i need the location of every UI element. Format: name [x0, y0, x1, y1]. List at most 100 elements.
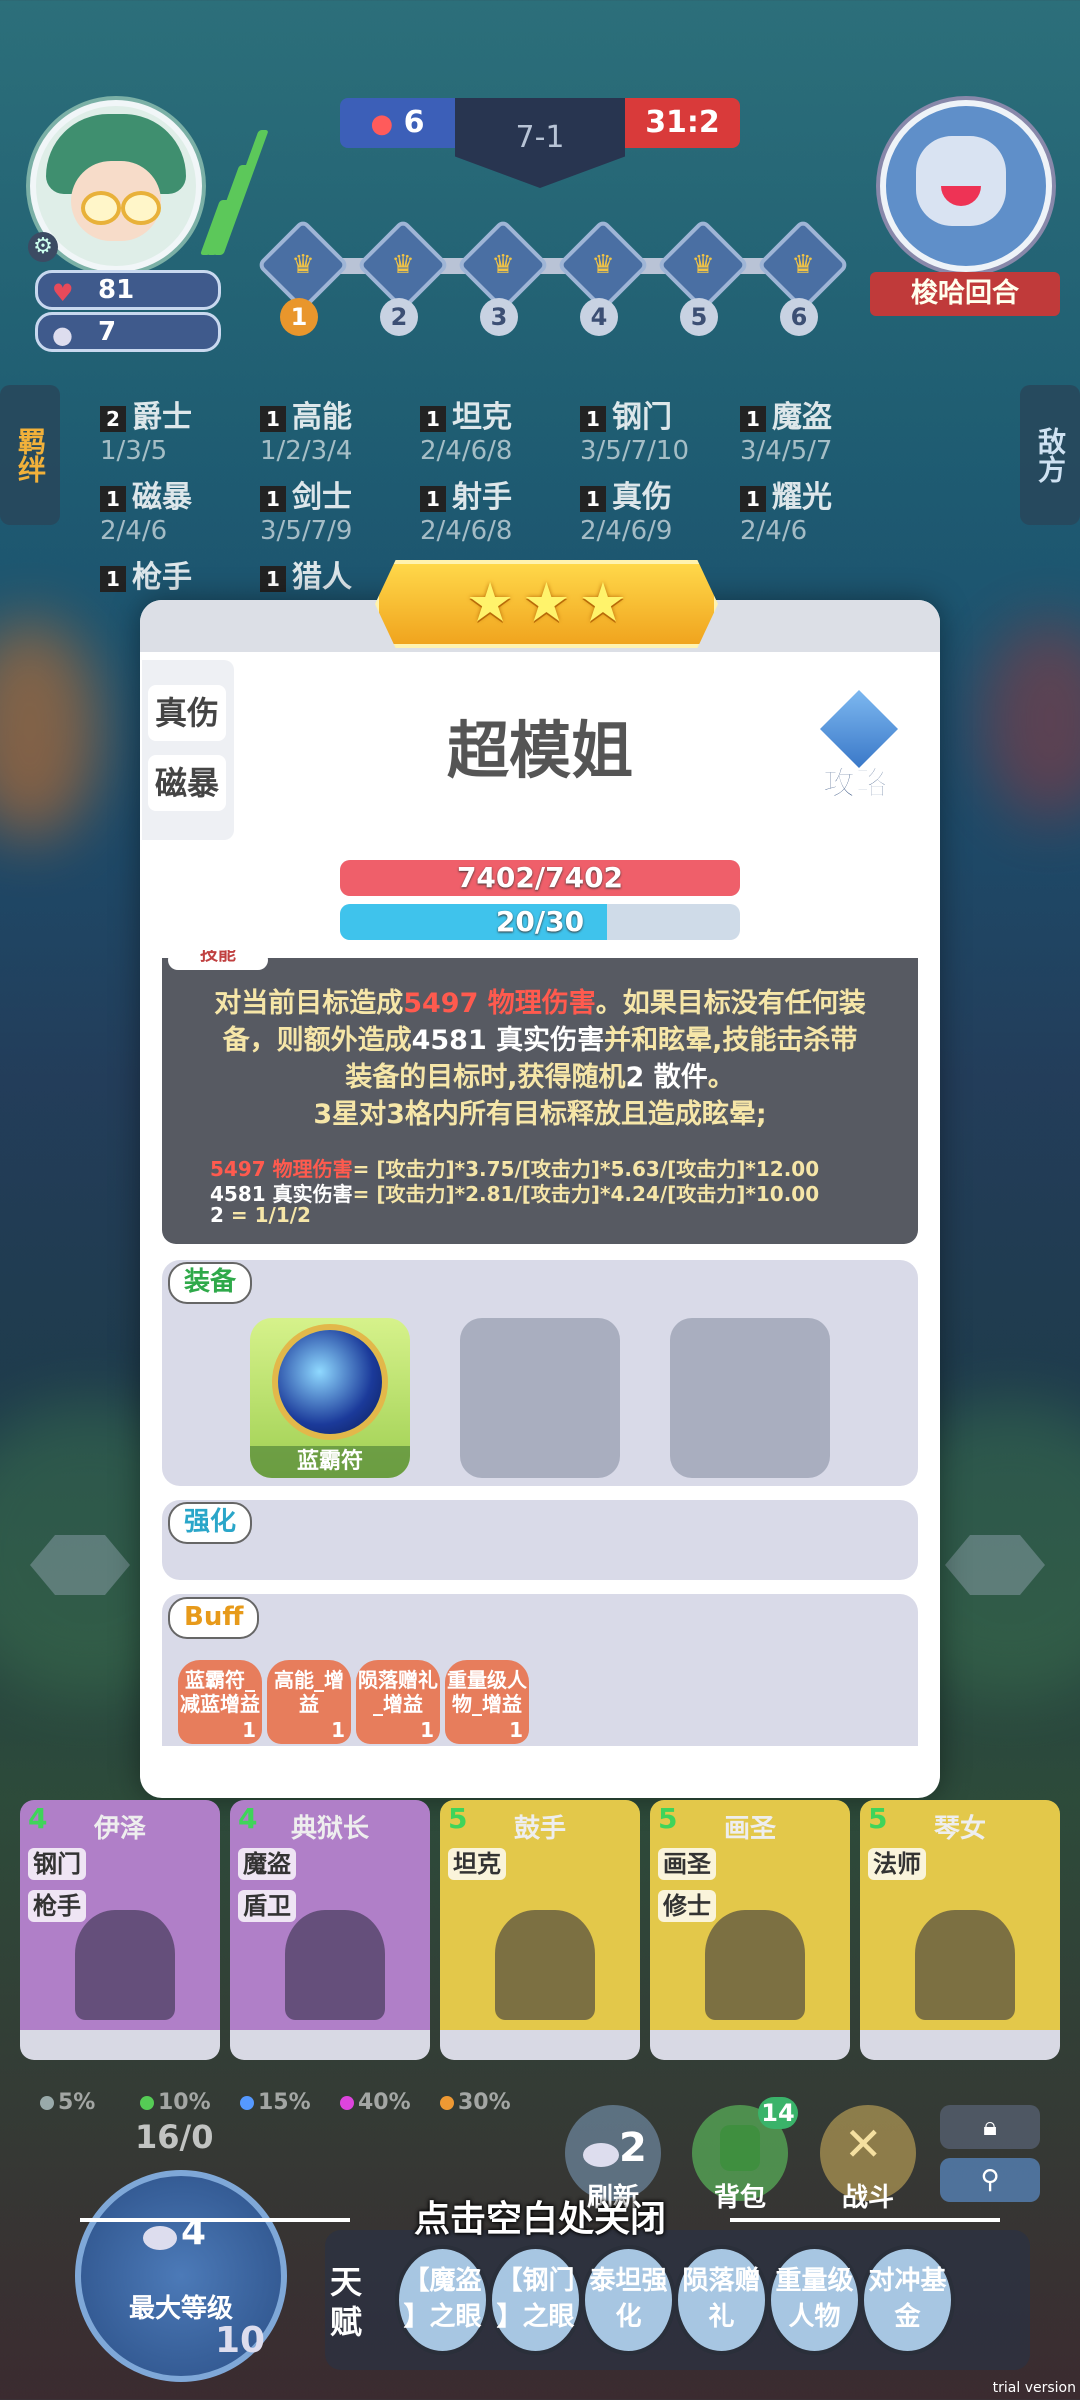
- trait-entry[interactable]: 1 高能 1/2/3/4: [260, 392, 410, 466]
- trait-entry[interactable]: 1 枪手: [100, 552, 250, 596]
- hero-sprite: [915, 1910, 1015, 2020]
- refresh-button[interactable]: 2 刷新: [565, 2105, 661, 2213]
- lock-button[interactable]: 🔒︎: [940, 2105, 1040, 2149]
- card-trait-tag: 枪手: [28, 1890, 86, 1922]
- shop-card[interactable]: 5 画圣 画圣 修士: [650, 1800, 850, 2060]
- star-icon: ★: [522, 571, 571, 634]
- card-trait-tag: 钢门: [28, 1848, 86, 1880]
- player-coins: ● 7: [35, 312, 221, 352]
- trophy-icon: ♛: [691, 250, 715, 280]
- buff-item[interactable]: 蓝霸符_ 减蓝增益 1: [178, 1660, 262, 1744]
- trait-entry[interactable]: 1 耀光 2/4/6: [740, 472, 890, 546]
- trait-entry[interactable]: 1 剑士 3/5/7/9: [260, 472, 410, 546]
- talent-item[interactable]: 泰坦强化: [581, 2245, 676, 2355]
- talent-label: 天赋: [330, 2263, 363, 2341]
- talent-item[interactable]: 【钢门 】之眼: [488, 2245, 583, 2355]
- buff-item[interactable]: 高能_增益 1: [267, 1660, 351, 1744]
- heart-icon: ♥: [52, 279, 74, 307]
- round-number: 5: [680, 298, 718, 336]
- enhance-section: [162, 1500, 918, 1580]
- shop-odds: 40%: [340, 2090, 411, 2115]
- hp-bar: 7402/7402: [340, 860, 740, 896]
- round-number: 2: [380, 298, 418, 336]
- talent-item[interactable]: 重量级 人物: [767, 2245, 862, 2355]
- left-score: ● 6: [340, 98, 455, 148]
- card-trait-tag: 修士: [658, 1890, 716, 1922]
- card-trait-tag: 盾卫: [238, 1890, 296, 1922]
- fire-icon: ●: [370, 109, 394, 139]
- talent-item[interactable]: 【魔盗 】之眼: [395, 2245, 490, 2355]
- hero-sprite: [285, 1910, 385, 2020]
- trait-entry[interactable]: 1 真伤 2/4/6/9: [580, 472, 730, 546]
- hero-sprite: [75, 1910, 175, 2020]
- round-indicator: 7-1: [455, 98, 625, 188]
- equipment-slot-filled[interactable]: 蓝霸符: [250, 1318, 410, 1478]
- shop-odds: 10%: [140, 2090, 211, 2115]
- shop-card[interactable]: 5 琴女 法师: [860, 1800, 1060, 2060]
- trait-entry[interactable]: 1 坦克 2/4/6/8: [420, 392, 570, 466]
- tab-traits[interactable]: 羁绊: [0, 385, 60, 525]
- trait-entry[interactable]: 1 钢门 3/5/7/10: [580, 392, 730, 466]
- equipment-slot-empty[interactable]: [670, 1318, 830, 1478]
- shop-card[interactable]: 5 鼓手 坦克: [440, 1800, 640, 2060]
- skill-description: 对当前目标造成5497 物理伤害。如果目标没有任何装 备，则额外造成4581 真…: [214, 988, 866, 1130]
- talent-item[interactable]: 对冲基金: [860, 2245, 955, 2355]
- trophy-icon: ♛: [591, 250, 615, 280]
- gear-icon[interactable]: ⚙: [28, 232, 58, 262]
- lock-icon: 🔒︎: [983, 2112, 997, 2142]
- coin-icon: ●: [52, 321, 73, 349]
- star-icon: ★: [578, 571, 628, 634]
- card-trait-tag: 坦克: [448, 1848, 506, 1880]
- odds-dot: [440, 2096, 454, 2110]
- star-rating: ★ ★ ★: [375, 560, 718, 648]
- tab-enemy[interactable]: 敌方: [1020, 385, 1080, 525]
- card-trait-tag: 画圣: [658, 1848, 716, 1880]
- trophy-icon: ♛: [391, 250, 415, 280]
- talent-item[interactable]: 陨落赠礼: [674, 2245, 769, 2355]
- shop-odds: 5%: [40, 2090, 95, 2115]
- guide-button[interactable]: 攻略: [800, 690, 910, 803]
- mana-bar: 20/30: [340, 904, 740, 940]
- battle-button[interactable]: ✕ 战斗: [820, 2105, 916, 2213]
- round-number: 6: [780, 298, 818, 336]
- hero-sprite: [705, 1910, 805, 2020]
- shop-card[interactable]: 4 伊泽 钢门 枪手: [20, 1800, 220, 2060]
- skill-tab: 技能: [168, 950, 268, 970]
- close-hint[interactable]: 点击空白处关闭: [0, 2190, 1080, 2242]
- buff-label: Buff: [168, 1597, 260, 1639]
- star-icon: ★: [465, 571, 515, 634]
- card-trait-tag: 魔盗: [238, 1848, 296, 1880]
- trait-entry[interactable]: 1 魔盗 3/4/5/7: [740, 392, 890, 466]
- coin-icon: [583, 2143, 619, 2167]
- trait-entry[interactable]: 1 磁暴 2/4/6: [100, 472, 250, 546]
- level-number: 10: [215, 2320, 266, 2361]
- backpack-icon: [720, 2125, 760, 2171]
- trait-entry[interactable]: 1 射手 2/4/6/8: [420, 472, 570, 546]
- watermark: trial version: [992, 2380, 1076, 2396]
- trophy-icon: ♛: [291, 250, 315, 280]
- player-hp-bars: [199, 130, 269, 260]
- hero-sprite: [495, 1910, 595, 2020]
- equipment-slot-empty[interactable]: [460, 1318, 620, 1478]
- odds-dot: [340, 2096, 354, 2110]
- trophy-icon: ♛: [491, 250, 515, 280]
- buff-item[interactable]: 重量级人 物_增益 1: [445, 1660, 529, 1744]
- shop-odds: 15%: [240, 2090, 311, 2115]
- xp-text: 16/0: [135, 2118, 214, 2156]
- enemy-name: 梭哈回合: [870, 272, 1060, 316]
- shop-card[interactable]: 4 典狱长 魔盗 盾卫: [230, 1800, 430, 2060]
- odds-dot: [140, 2096, 154, 2110]
- buff-item[interactable]: 陨落赠礼 _增益 1: [356, 1660, 440, 1744]
- bag-button[interactable]: 背包 14: [692, 2097, 798, 2213]
- crossed-swords-icon: ✕: [844, 2117, 883, 2171]
- bag-count-badge: 14: [758, 2097, 798, 2129]
- trait-entry[interactable]: 2 爵士 1/3/5: [100, 392, 250, 466]
- odds-dot: [40, 2096, 54, 2110]
- skill-formula: 2 = 1/1/2: [210, 1203, 311, 1227]
- odds-dot: [240, 2096, 254, 2110]
- round-number: 1: [280, 298, 318, 336]
- enemy-avatar[interactable]: [880, 100, 1052, 272]
- round-number: 4: [580, 298, 618, 336]
- graduation-cap-icon: [820, 690, 898, 768]
- round-number: 3: [480, 298, 518, 336]
